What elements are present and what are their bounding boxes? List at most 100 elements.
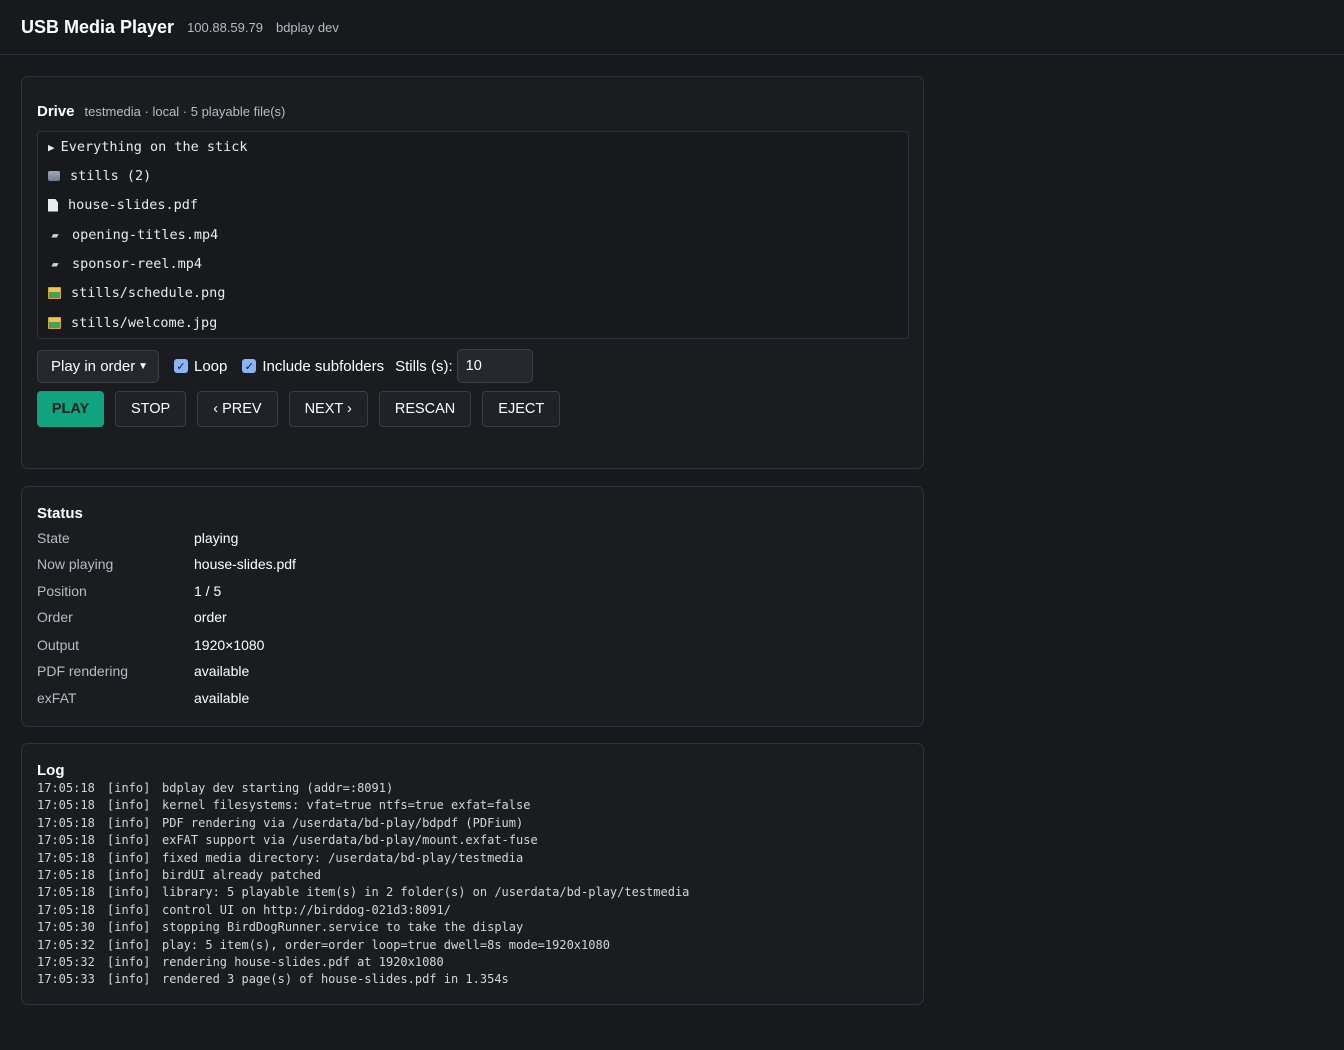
log-message: bdplay dev starting (addr=:8091) (162, 781, 394, 795)
status-row-pdf-rendering: PDF rendering available (37, 663, 249, 679)
log-message: play: 5 item(s), order=order loop=true d… (162, 937, 610, 952)
log-level: [info] (107, 885, 151, 900)
status-value: 1920×1080 (194, 637, 265, 653)
drive-title: Drive (37, 103, 75, 120)
log-time: 17:05:32 (37, 937, 95, 952)
log-line: 17:05:30 [info] stopping BirdDogRunner.ser… (37, 920, 689, 937)
status-panel: Status State playing Now playing house-s… (21, 486, 924, 727)
log-message: library: 5 playable item(s) in 2 folder(… (162, 885, 690, 900)
prev-button[interactable]: ‹ PREV (197, 391, 278, 427)
play-button[interactable]: PLAY (37, 391, 104, 427)
drive-meta: testmedia · local · 5 playable file(s) (84, 104, 286, 119)
log-level: [info] (107, 867, 151, 882)
image-icon (48, 287, 61, 299)
loop-label: Loop (194, 357, 228, 375)
drive-header: Drive testmedia · local · 5 playable fil… (37, 103, 285, 120)
log-message: birdUI already patched (162, 867, 321, 882)
file-name: stills (2) (70, 168, 152, 184)
log-time: 17:05:18 (37, 902, 95, 917)
status-row-now-playing: Now playing house-slides.pdf (37, 556, 296, 572)
status-row-state: State playing (37, 530, 238, 546)
log-message: rendering house-slides.pdf at 1920x1080 (162, 954, 444, 969)
status-key: Now playing (37, 556, 114, 572)
drive-panel: Drive testmedia · local · 5 playable fil… (21, 76, 924, 469)
file-name: stills/welcome.jpg (71, 315, 218, 331)
list-item[interactable]: ▰ opening-titles.mp4 (48, 227, 218, 243)
subfolders-option: ✓ Include subfolders (242, 358, 384, 375)
clapperboard-icon: ▰ (51, 257, 59, 271)
clapperboard-icon: ▰ (51, 228, 59, 242)
log-line: 17:05:18 [info] exFAT support via /userdat… (37, 833, 689, 850)
stills-label: Stills (s): (395, 357, 453, 375)
status-value: house-slides.pdf (194, 556, 296, 572)
status-key: Order (37, 609, 73, 625)
log-message: rendered 3 page(s) of house-slides.pdf i… (162, 972, 509, 987)
list-item[interactable]: ▰ sponsor-reel.mp4 (48, 256, 202, 272)
status-title: Status (37, 505, 83, 522)
log-line: 17:05:32 [info] rendering house-slides.pdf… (37, 955, 689, 972)
log-line: 17:05:18 [info] birdUI already patched (37, 868, 689, 885)
status-value: available (194, 663, 250, 679)
log-time: 17:05:18 (37, 850, 95, 865)
log-message: exFAT support via /userdata/bd-play/moun… (162, 833, 538, 848)
loop-checkbox[interactable]: ✓ (174, 359, 188, 373)
log-time: 17:05:18 (37, 781, 95, 795)
log-level: [info] (107, 972, 151, 987)
log-level: [info] (107, 833, 151, 848)
log-message: control UI on http://birddog-021d3:8091/ (162, 902, 451, 917)
log-line: 17:05:33 [info] rendered 3 page(s) of hous… (37, 972, 689, 989)
log-line: 17:05:18 [info] PDF rendering via /userdat… (37, 816, 689, 833)
file-name: stills/schedule.png (71, 285, 226, 301)
stills-seconds-input[interactable] (456, 349, 533, 383)
log-line: 17:05:18 [info] fixed media directory: /us… (37, 851, 689, 868)
playback-options: Play in order ▼ ✓ Loop ✓ Include subfold… (37, 349, 533, 383)
log-level: [info] (107, 815, 151, 830)
file-name: house-slides.pdf (68, 197, 199, 213)
status-key: exFAT (37, 690, 77, 706)
log-time: 17:05:18 (37, 867, 95, 882)
log-level: [info] (107, 920, 151, 935)
file-name: opening-titles.mp4 (72, 227, 219, 243)
log-line: 17:05:32 [info] play: 5 item(s), order=ord… (37, 938, 689, 955)
status-value: 1 / 5 (194, 583, 222, 599)
log-level: [info] (107, 937, 151, 952)
tree-summary-label: Everything on the stick (60, 139, 248, 155)
status-key: State (37, 530, 70, 546)
list-item[interactable]: stills/welcome.jpg (48, 315, 217, 331)
folder-icon (48, 171, 60, 181)
order-select[interactable]: Play in order ▼ (37, 349, 159, 383)
list-item[interactable]: stills/schedule.png (48, 285, 225, 301)
log-level: [info] (107, 850, 151, 865)
subfolders-label: Include subfolders (262, 357, 385, 375)
log-level: [info] (107, 781, 151, 795)
log-message: kernel filesystems: vfat=true ntfs=true … (162, 798, 531, 813)
log-message: PDF rendering via /userdata/bd-play/bdpd… (162, 815, 524, 830)
status-row-order: Order order (37, 609, 227, 625)
log-line: 17:05:18 [info] bdplay dev starting (addr=… (37, 781, 689, 798)
log-message: fixed media directory: /userdata/bd-play… (162, 850, 524, 865)
log-time: 17:05:32 (37, 954, 95, 969)
build-label: bdplay dev (275, 19, 339, 35)
chevron-down-icon: ▼ (138, 360, 148, 372)
disclosure-triangle-icon: ▶ (48, 140, 55, 154)
tree-toggle[interactable]: ▶ Everything on the stick (48, 139, 248, 155)
log-time: 17:05:18 (37, 885, 95, 900)
rescan-button[interactable]: RESCAN (378, 391, 472, 427)
stop-button[interactable]: STOP (115, 391, 187, 427)
log-level: [info] (107, 902, 151, 917)
subfolders-checkbox[interactable]: ✓ (242, 359, 257, 373)
log-level: [info] (107, 954, 151, 969)
log-time: 17:05:33 (37, 972, 95, 987)
list-item[interactable]: house-slides.pdf (48, 197, 198, 213)
status-row-output: Output 1920×1080 (37, 637, 264, 653)
app-title: USB Media Player (21, 16, 175, 37)
list-item[interactable]: stills (2) (48, 168, 151, 184)
next-button[interactable]: NEXT › (288, 391, 368, 427)
top-bar: USB Media Player 100.88.59.79 bdplay dev (0, 0, 1344, 55)
order-select-value: Play in order (51, 357, 136, 375)
host-address: 100.88.59.79 (187, 19, 263, 35)
file-name: sponsor-reel.mp4 (72, 256, 203, 272)
log-line: 17:05:18 [info] kernel filesystems: vfat=t… (37, 798, 689, 815)
file-list: ▶ Everything on the stick stills (2) hou… (37, 131, 909, 339)
eject-button[interactable]: EJECT (482, 391, 561, 427)
